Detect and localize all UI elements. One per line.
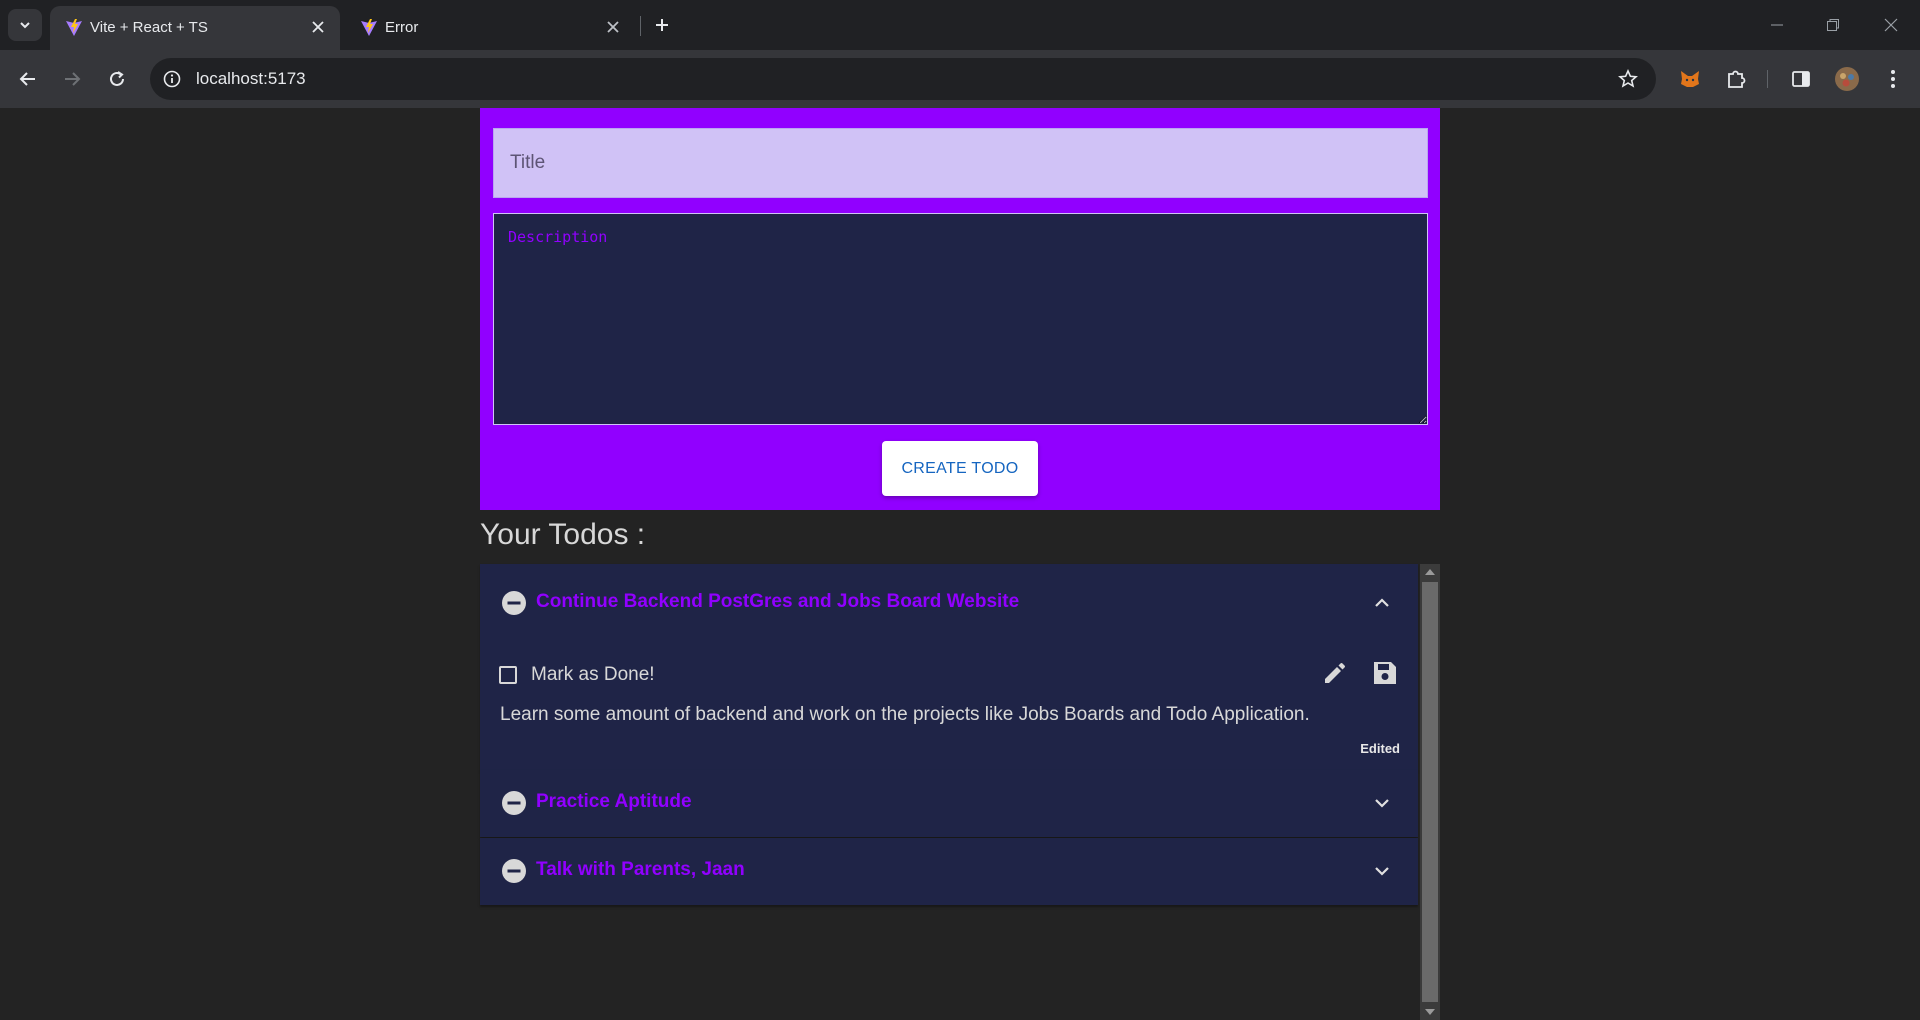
scrollbar-thumb[interactable] [1422, 582, 1438, 1002]
todo-title: Talk with Parents, Jaan [536, 859, 745, 880]
browser-tab-strip: Vite + React + TS Error [0, 0, 1920, 50]
chevron-down-icon [20, 22, 30, 29]
minimize-icon [1771, 24, 1783, 26]
tab-title: Error [385, 19, 419, 36]
todo-list-scrollbar[interactable] [1420, 564, 1440, 1020]
mark-done-label[interactable]: Mark as Done! [531, 664, 655, 686]
restore-button[interactable] [1810, 10, 1856, 40]
description-textarea[interactable] [493, 213, 1428, 425]
save-icon[interactable] [1370, 658, 1400, 688]
chevron-down-icon[interactable] [1370, 791, 1394, 815]
todo-list: Continue Backend PostGres and Jobs Board… [480, 564, 1440, 1020]
close-icon [1884, 18, 1898, 32]
mark-done-checkbox[interactable] [499, 666, 517, 684]
vite-icon [66, 19, 82, 36]
extensions-puzzle-icon[interactable] [1723, 66, 1749, 92]
page-viewport: CREATE TODO Your Todos : Continue Backen… [0, 108, 1920, 1020]
tab-close-icon[interactable] [603, 17, 623, 37]
create-todo-form: CREATE TODO [480, 108, 1440, 510]
reload-button[interactable] [100, 62, 134, 96]
remove-circle-icon[interactable] [501, 790, 527, 816]
vite-icon [361, 19, 377, 36]
tab-error[interactable]: Error [345, 6, 635, 50]
tab-title: Vite + React + TS [90, 19, 208, 36]
pencil-icon[interactable] [1320, 658, 1350, 688]
restore-icon [1827, 19, 1839, 31]
todos-heading: Your Todos : [480, 518, 646, 551]
back-button[interactable] [11, 62, 45, 96]
title-input[interactable] [493, 128, 1428, 198]
todo-header[interactable]: Talk with Parents, Jaan [480, 838, 1418, 905]
tab-vite-react[interactable]: Vite + React + TS [50, 6, 340, 50]
todo-item: Continue Backend PostGres and Jobs Board… [480, 564, 1418, 770]
reload-icon [110, 71, 124, 86]
scroll-up-arrow[interactable] [1425, 569, 1435, 575]
site-info-icon[interactable] [160, 67, 184, 91]
tab-divider [640, 16, 641, 36]
metamask-extension-icon[interactable] [1677, 66, 1703, 92]
browser-menu-icon[interactable] [1880, 66, 1906, 92]
todo-item: Practice Aptitude [480, 770, 1418, 837]
minimize-button[interactable] [1754, 10, 1800, 40]
todo-description: Learn some amount of backend and work on… [500, 704, 1310, 725]
bookmark-star-icon[interactable] [1616, 67, 1640, 91]
tab-close-icon[interactable] [308, 17, 328, 37]
close-window-button[interactable] [1868, 10, 1914, 40]
arrow-right-icon [65, 72, 81, 86]
forward-button[interactable] [55, 62, 89, 96]
new-tab-button[interactable] [650, 10, 674, 40]
address-bar[interactable]: localhost:5173 [150, 58, 1656, 100]
plus-icon [656, 19, 668, 31]
status-badge: Edited [1360, 741, 1400, 756]
chevron-down-icon[interactable] [1370, 859, 1394, 883]
profile-avatar[interactable] [1834, 66, 1860, 92]
arrow-left-icon [19, 72, 35, 86]
todo-item: Talk with Parents, Jaan [480, 838, 1418, 905]
create-todo-button[interactable]: CREATE TODO [882, 441, 1038, 496]
mark-done-row: Mark as Done! [499, 664, 655, 686]
remove-circle-icon[interactable] [501, 858, 527, 884]
remove-circle-icon[interactable] [501, 590, 527, 616]
scroll-down-arrow[interactable] [1425, 1009, 1435, 1015]
todo-header[interactable]: Practice Aptitude [480, 770, 1418, 837]
todo-title: Practice Aptitude [536, 791, 692, 812]
todo-header[interactable]: Continue Backend PostGres and Jobs Board… [480, 564, 1418, 642]
url-text: localhost:5173 [196, 69, 306, 88]
toolbar-divider [1767, 70, 1768, 88]
browser-toolbar: localhost:5173 [0, 50, 1920, 108]
chevron-up-icon[interactable] [1370, 591, 1394, 615]
tab-search-button[interactable] [8, 9, 42, 41]
todo-title: Continue Backend PostGres and Jobs Board… [536, 591, 1020, 612]
side-panel-icon[interactable] [1788, 66, 1814, 92]
